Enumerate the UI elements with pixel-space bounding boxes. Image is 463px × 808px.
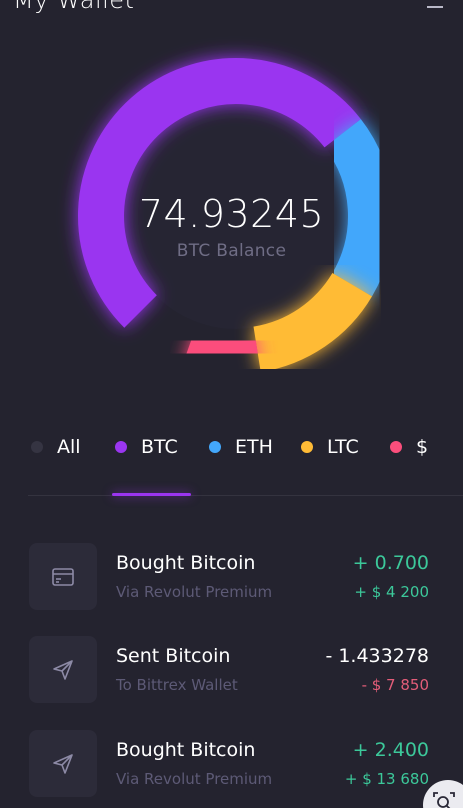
currency-filter-tabs: All BTC ETH LTC $	[0, 430, 463, 470]
balance-value: 74.93245	[138, 192, 325, 236]
transaction-row[interactable]: Bought Bitcoin Via Revolut Premium + 0.7…	[0, 543, 463, 611]
tab-label: ETH	[235, 436, 273, 458]
tab-label: $	[416, 436, 429, 458]
transaction-subtitle: Via Revolut Premium	[116, 583, 273, 601]
transaction-amount: + 2.400	[352, 739, 429, 761]
page-title: My Wallet	[13, 0, 135, 14]
active-tab-indicator	[112, 493, 191, 496]
transaction-subtitle: Via Revolut Premium	[116, 770, 273, 788]
transaction-row[interactable]: Sent Bitcoin To Bittrex Wallet - 1.43327…	[0, 636, 463, 704]
wallet-screen: My Wallet 74.93245 BTC Balance All BTC E…	[0, 0, 463, 808]
transaction-row[interactable]: Bought Bitcoin Via Revolut Premium + 2.4…	[0, 730, 463, 798]
transaction-subtitle: To Bittrex Wallet	[116, 676, 238, 694]
tab-label: All	[57, 436, 81, 458]
tab-all-dot	[31, 441, 43, 453]
send-icon	[29, 730, 97, 797]
tab-label: LTC	[327, 436, 359, 458]
tab-ltc[interactable]: LTC	[301, 430, 359, 464]
card-icon	[29, 543, 97, 610]
tab-ltc-dot	[301, 441, 313, 453]
scan-search-icon	[433, 792, 455, 808]
menu-icon[interactable]	[427, 2, 443, 8]
transaction-amount: - 1.433278	[325, 645, 429, 667]
tab-usd-dot	[390, 441, 402, 453]
transaction-fiat-amount: - $ 7 850	[361, 676, 429, 694]
tab-btc-dot	[115, 441, 127, 453]
tab-btc[interactable]: BTC	[115, 430, 178, 464]
tab-eth[interactable]: ETH	[209, 430, 273, 464]
donut-segment-usd	[182, 321, 261, 374]
transaction-title: Bought Bitcoin	[116, 739, 256, 761]
tab-usd[interactable]: $	[390, 430, 428, 464]
transaction-fiat-amount: + $ 13 680	[344, 770, 429, 788]
tab-label: BTC	[141, 436, 178, 458]
balance-donut-chart: 74.93245 BTC Balance	[0, 20, 463, 400]
send-icon	[29, 636, 97, 703]
transaction-amount: + 0.700	[352, 552, 429, 574]
tabs-divider	[28, 495, 463, 496]
tab-eth-dot	[209, 441, 221, 453]
transaction-title: Bought Bitcoin	[116, 552, 256, 574]
transaction-fiat-amount: + $ 4 200	[354, 583, 429, 601]
transaction-title: Sent Bitcoin	[116, 645, 231, 667]
tab-all[interactable]: All	[31, 430, 81, 464]
balance-label: BTC Balance	[176, 241, 287, 261]
